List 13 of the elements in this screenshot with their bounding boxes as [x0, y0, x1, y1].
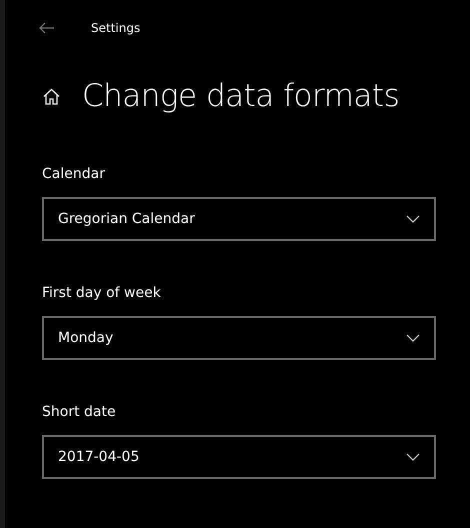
chevron-down-icon	[406, 215, 420, 223]
dropdown[interactable]: Monday	[42, 316, 436, 360]
back-arrow-icon	[39, 22, 55, 34]
dropdown[interactable]: 2017-04-05	[42, 435, 436, 479]
chevron-down-icon	[406, 453, 420, 461]
setting-label: First day of week	[42, 284, 162, 303]
page-title: Change data formats	[82, 80, 400, 112]
setting-label: Short date	[42, 403, 117, 422]
window-title: Settings	[91, 20, 140, 37]
setting-label: Calendar	[42, 165, 106, 184]
home-icon	[43, 88, 60, 104]
dropdown[interactable]: Gregorian Calendar	[42, 197, 436, 241]
chevron-down-icon	[406, 334, 420, 342]
